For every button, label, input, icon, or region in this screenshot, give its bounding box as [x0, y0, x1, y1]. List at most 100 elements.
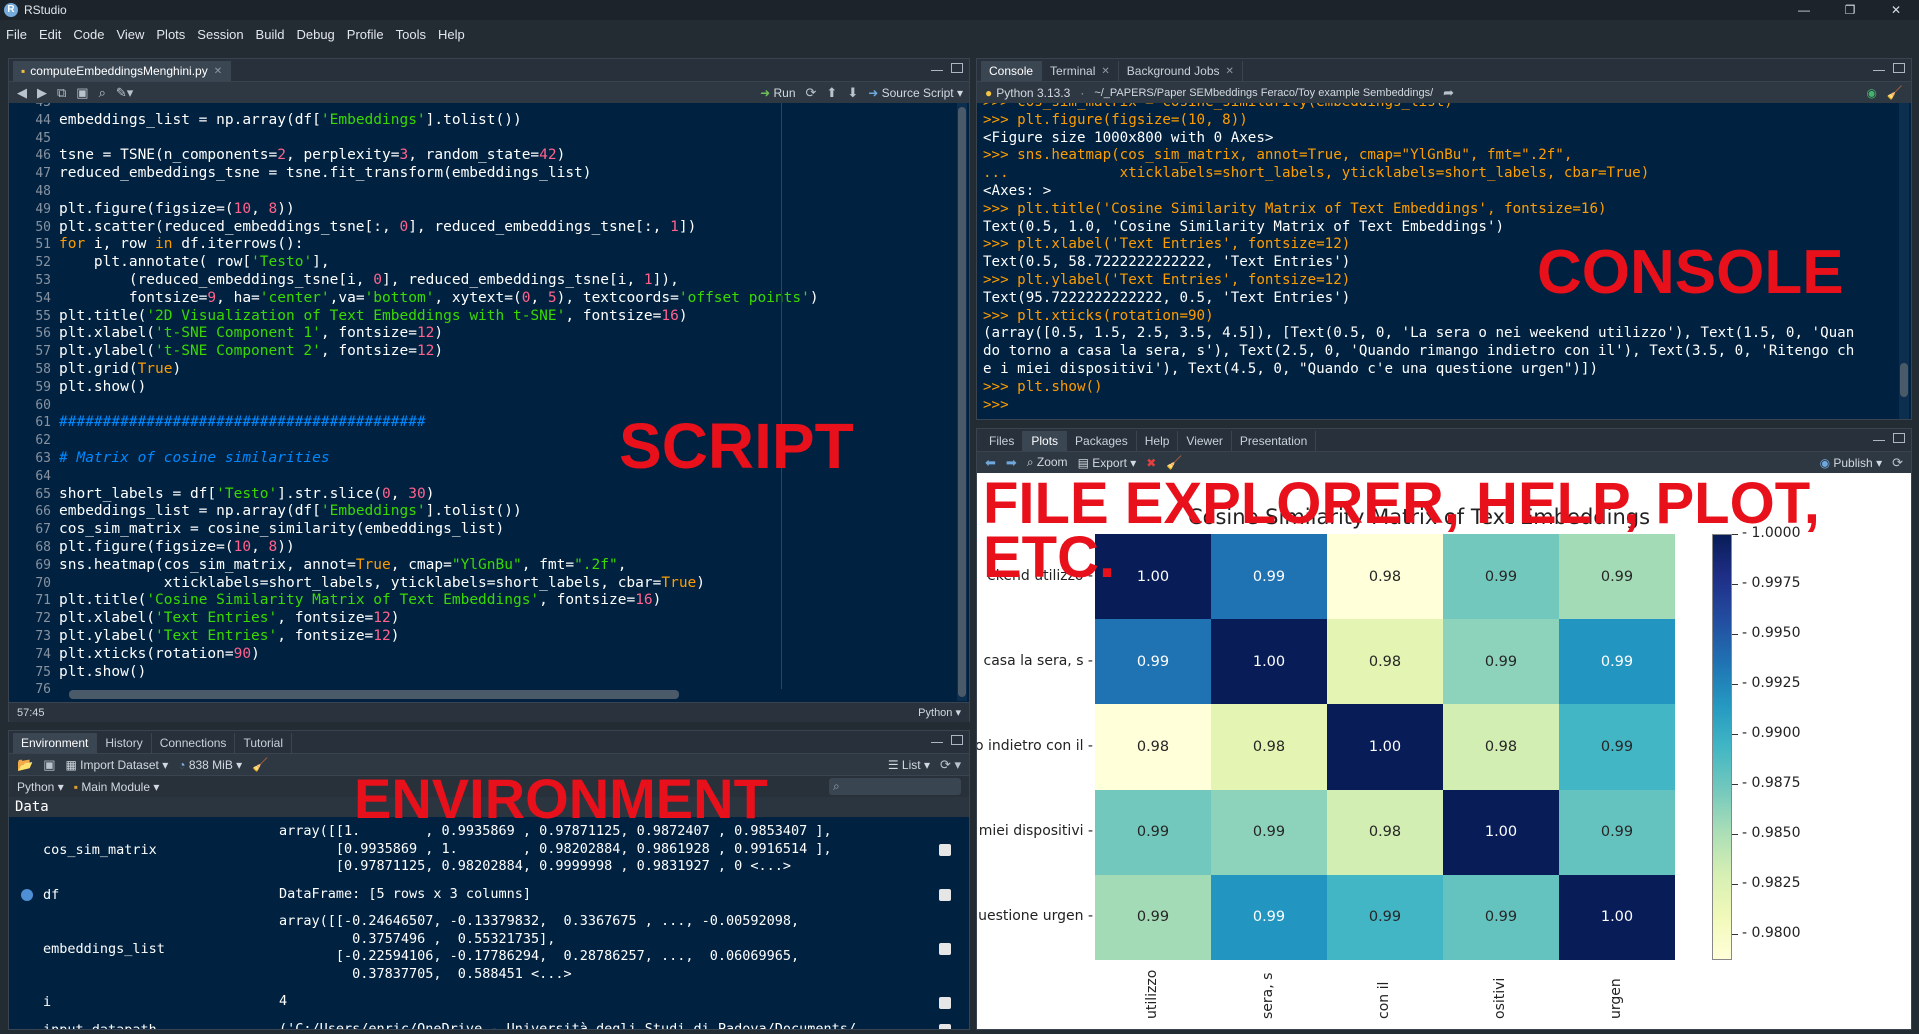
code-line[interactable]: 72 plt.xlabel('Text Entries', fontsize=12…: [9, 610, 955, 628]
next-plot-icon[interactable]: ➡: [1006, 455, 1017, 471]
minimize-button[interactable]: —: [1781, 0, 1827, 20]
tab-background-jobs[interactable]: Background Jobs ✕: [1119, 61, 1243, 81]
expand-icon[interactable]: [21, 889, 33, 902]
tab-connections[interactable]: Connections: [152, 733, 236, 753]
code-line[interactable]: 68 plt.figure(figsize=(10, 8)): [9, 539, 955, 557]
env-row[interactable]: i4: [9, 989, 969, 1017]
tab-environment[interactable]: Environment: [13, 733, 98, 753]
remove-plot-icon[interactable]: ✖: [1146, 456, 1156, 470]
minimize-pane-icon[interactable]: [931, 742, 943, 745]
publish-button[interactable]: ◉ Publish ▾: [1820, 456, 1883, 470]
code-line[interactable]: 66 embeddings_list = np.array(df['Embeddi…: [9, 503, 955, 521]
code-line[interactable]: 48: [9, 183, 955, 201]
view-data-icon[interactable]: [939, 844, 951, 857]
clear-plots-broom-icon[interactable]: 🧹: [1166, 455, 1182, 471]
tab-files[interactable]: Files: [981, 431, 1024, 451]
menu-code[interactable]: Code: [73, 27, 104, 42]
menu-file[interactable]: File: [6, 27, 27, 42]
code-line[interactable]: 74 plt.xticks(rotation=90): [9, 646, 955, 664]
maximize-pane-icon[interactable]: [1893, 63, 1905, 73]
close-tab-icon[interactable]: ✕: [1101, 66, 1109, 77]
code-line[interactable]: 44 embeddings_list = np.array(df['Embeddi…: [9, 112, 955, 130]
code-line[interactable]: 53 (reduced_embeddings_tsne[i, 0], reduc…: [9, 272, 955, 290]
refresh-icon[interactable]: ⟳: [1892, 455, 1903, 471]
down-arrow-icon[interactable]: ⬇: [847, 85, 858, 101]
code-line[interactable]: 56 plt.xlabel('t-SNE Component 1', fontsi…: [9, 325, 955, 343]
code-line[interactable]: 71 plt.title('Cosine Similarity Matrix of…: [9, 592, 955, 610]
language-dropdown[interactable]: Python ▾: [17, 780, 64, 794]
tab-terminal[interactable]: Terminal ✕: [1042, 61, 1119, 81]
open-icon[interactable]: 📂: [17, 757, 33, 773]
close-tab-icon[interactable]: ✕: [1226, 66, 1234, 77]
refresh-icon[interactable]: ⟳ ▾: [940, 757, 961, 773]
language-selector[interactable]: Python ▾: [918, 706, 961, 719]
code-line[interactable]: 59 plt.show(): [9, 379, 955, 397]
tab-presentation[interactable]: Presentation: [1232, 431, 1317, 451]
env-row[interactable]: embeddings_list array([[-0.24646507, -0.1…: [9, 909, 969, 989]
menu-build[interactable]: Build: [256, 27, 285, 42]
code-line[interactable]: 43: [9, 103, 955, 112]
menu-edit[interactable]: Edit: [39, 27, 61, 42]
rerun-icon[interactable]: ⟳: [806, 85, 817, 101]
tab-plots[interactable]: Plots: [1023, 431, 1068, 451]
tab-script-file[interactable]: ▪ computeEmbeddingsMenghini.py ✕: [13, 61, 232, 81]
tab-help[interactable]: Help: [1137, 431, 1179, 451]
code-line[interactable]: 57 plt.ylabel('t-SNE Component 2', fontsi…: [9, 343, 955, 361]
show-in-window-icon[interactable]: ⧉: [57, 85, 66, 101]
code-line[interactable]: 47 reduced_embeddings_tsne = tsne.fit_tra…: [9, 165, 955, 183]
code-line[interactable]: 51 for i, row in df.iterrows():: [9, 236, 955, 254]
env-row[interactable]: input_datapath ('C:/Users/enric/OneDrive …: [9, 1017, 969, 1029]
view-mode-selector[interactable]: ☰ List ▾: [888, 758, 930, 772]
clear-broom-icon[interactable]: 🧹: [252, 757, 268, 773]
export-button[interactable]: ▤ Export ▾: [1078, 456, 1137, 470]
zoom-button[interactable]: ⌕ Zoom: [1027, 455, 1068, 470]
view-data-icon[interactable]: [939, 996, 951, 1009]
up-arrow-icon[interactable]: ⬆: [826, 85, 837, 101]
close-button[interactable]: ✕: [1873, 0, 1919, 20]
menu-plots[interactable]: Plots: [156, 27, 185, 42]
tab-viewer[interactable]: Viewer: [1178, 431, 1232, 451]
menu-help[interactable]: Help: [438, 27, 465, 42]
source-script-button[interactable]: ➜ Source Script ▾: [868, 86, 963, 100]
previous-plot-icon[interactable]: ⬅: [985, 455, 996, 471]
code-line[interactable]: 45: [9, 130, 955, 148]
script-scrollbar-thumb[interactable]: [958, 107, 966, 697]
save-workspace-icon[interactable]: ▣: [43, 757, 55, 773]
search-icon[interactable]: ⌕: [99, 85, 106, 101]
maximize-pane-icon[interactable]: [951, 63, 963, 73]
tab-history[interactable]: History: [97, 733, 152, 753]
maximize-pane-icon[interactable]: [951, 735, 963, 745]
code-line[interactable]: 55 plt.title('2D Visualization of Text Em…: [9, 308, 955, 326]
code-line[interactable]: 54 fontsize=9, ha='center',va='bottom', …: [9, 290, 955, 308]
maximize-button[interactable]: ❐: [1827, 0, 1873, 20]
save-icon[interactable]: ▣: [76, 85, 88, 101]
minimize-pane-icon[interactable]: [931, 70, 943, 73]
forward-arrow-icon[interactable]: ▶: [37, 85, 47, 101]
view-data-icon[interactable]: [939, 943, 951, 955]
code-line[interactable]: 75 plt.show(): [9, 664, 955, 682]
menu-session[interactable]: Session: [197, 27, 243, 42]
env-search-input[interactable]: ⌕: [829, 778, 961, 795]
menu-debug[interactable]: Debug: [296, 27, 334, 42]
memory-usage[interactable]: ◔ 838 MiB ▾: [178, 758, 242, 772]
menu-profile[interactable]: Profile: [347, 27, 384, 42]
code-line[interactable]: 73 plt.ylabel('Text Entries', fontsize=12…: [9, 628, 955, 646]
tab-packages[interactable]: Packages: [1067, 431, 1137, 451]
code-line[interactable]: 50 plt.scatter(reduced_embeddings_tsne[:,…: [9, 219, 955, 237]
maximize-pane-icon[interactable]: [1893, 433, 1905, 443]
minimize-pane-icon[interactable]: [1873, 70, 1885, 73]
clear-console-icon[interactable]: 🧹: [1887, 85, 1903, 101]
code-line[interactable]: 46 tsne = TSNE(n_components=2, perplexity…: [9, 147, 955, 165]
env-row[interactable]: df DataFrame: [5 rows x 3 columns]: [9, 882, 969, 910]
console-scrollbar[interactable]: [1899, 103, 1909, 419]
tab-console[interactable]: Console: [981, 61, 1043, 81]
module-dropdown[interactable]: ▪ Main Module ▾: [74, 780, 160, 794]
code-line[interactable]: 58 plt.grid(True): [9, 361, 955, 379]
magic-wand-icon[interactable]: ✎▾: [116, 85, 133, 101]
import-dataset-button[interactable]: ▦ Import Dataset ▾: [65, 758, 168, 772]
code-line[interactable]: 69 sns.heatmap(cos_sim_matrix, annot=True…: [9, 557, 955, 575]
console-scrollbar-thumb[interactable]: [1900, 363, 1908, 397]
code-line[interactable]: 52 plt.annotate( row['Testo'],: [9, 254, 955, 272]
menu-view[interactable]: View: [116, 27, 144, 42]
code-line[interactable]: 65 short_labels = df['Testo'].str.slice(0…: [9, 486, 955, 504]
